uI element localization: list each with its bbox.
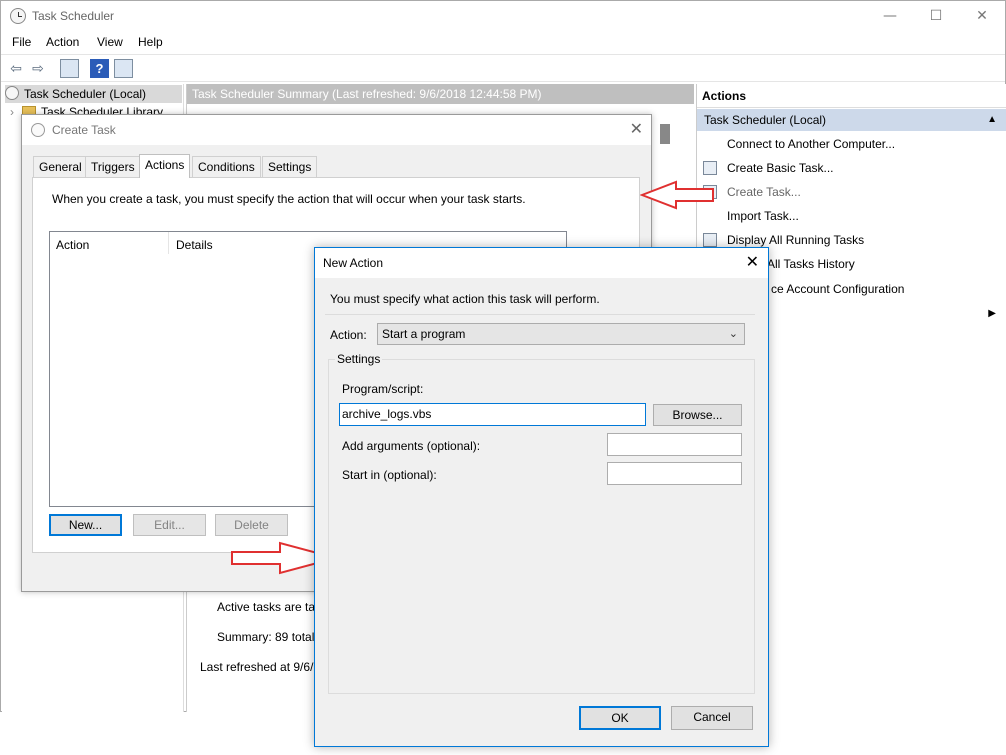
show-hide-tree-icon[interactable] bbox=[60, 59, 79, 78]
new-action-title: New Action bbox=[323, 256, 384, 270]
tab-general[interactable]: General bbox=[33, 156, 88, 177]
add-arguments-label: Add arguments (optional): bbox=[342, 439, 481, 453]
actions-section-header[interactable]: Task Scheduler (Local) ▲ bbox=[697, 109, 1006, 131]
action-connect-computer[interactable]: Connect to Another Computer... bbox=[727, 137, 895, 151]
forward-arrow-icon[interactable]: ⇨ bbox=[27, 58, 49, 80]
cancel-button[interactable]: Cancel bbox=[671, 706, 753, 730]
new-action-titlebar: New Action ✕ bbox=[315, 248, 768, 278]
delete-action-button[interactable]: Delete bbox=[215, 514, 288, 536]
close-icon[interactable]: ✕ bbox=[746, 252, 759, 271]
submenu-arrow-icon[interactable]: ▶ bbox=[988, 308, 996, 319]
clock-icon bbox=[10, 8, 26, 24]
menu-bar: File Action View Help bbox=[1, 31, 1005, 53]
chevron-down-icon: ⌄ bbox=[728, 327, 738, 340]
tree-item-task-scheduler-local[interactable]: Task Scheduler (Local) bbox=[5, 85, 182, 103]
action-import-task[interactable]: Import Task... bbox=[727, 209, 799, 223]
clock-icon bbox=[31, 123, 45, 137]
action-all-tasks-history[interactable]: All Tasks History bbox=[767, 257, 855, 271]
create-task-title: Create Task bbox=[52, 123, 116, 137]
browse-button[interactable]: Browse... bbox=[653, 404, 742, 426]
window-titlebar: Task Scheduler — ☐ ✕ bbox=[1, 1, 1005, 31]
clock-icon bbox=[5, 86, 19, 100]
action-label: Action: bbox=[330, 328, 367, 342]
action-service-account-configuration[interactable]: ce Account Configuration bbox=[771, 282, 904, 296]
maximize-button[interactable]: ☐ bbox=[913, 1, 959, 31]
create-task-titlebar: Create Task ✕ bbox=[22, 115, 651, 145]
column-divider bbox=[168, 232, 169, 254]
action-create-task[interactable]: Create Task... bbox=[727, 185, 801, 199]
basic-task-icon bbox=[703, 161, 717, 175]
red-arrow-left-icon bbox=[640, 180, 714, 210]
new-action-button[interactable]: New... bbox=[49, 514, 122, 536]
summary-text: Summary: 89 total bbox=[217, 630, 315, 644]
action-type-select[interactable]: Start a program ⌄ bbox=[377, 323, 745, 345]
program-script-label: Program/script: bbox=[342, 382, 424, 396]
edit-action-button[interactable]: Edit... bbox=[133, 514, 206, 536]
actions-pane-title: Actions bbox=[697, 84, 1006, 108]
close-icon[interactable]: ✕ bbox=[630, 119, 643, 138]
menu-help[interactable]: Help bbox=[138, 35, 163, 49]
actions-description: When you create a task, you must specify… bbox=[52, 192, 526, 206]
add-arguments-input[interactable] bbox=[607, 433, 742, 456]
help-icon[interactable]: ? bbox=[90, 59, 109, 78]
instruction-text: You must specify what action this task w… bbox=[330, 292, 600, 306]
menu-view[interactable]: View bbox=[97, 35, 123, 49]
start-in-label: Start in (optional): bbox=[342, 468, 437, 482]
show-hide-action-pane-icon[interactable] bbox=[114, 59, 133, 78]
settings-group-label: Settings bbox=[335, 352, 383, 366]
column-header-details[interactable]: Details bbox=[176, 238, 213, 252]
action-display-running-tasks[interactable]: Display All Running Tasks bbox=[727, 233, 864, 247]
program-script-input[interactable]: archive_logs.vbs bbox=[339, 403, 646, 426]
collapse-icon[interactable]: ▲ bbox=[987, 109, 997, 131]
toolbar: ⇦ ⇨ ? bbox=[1, 54, 1005, 82]
back-arrow-icon[interactable]: ⇦ bbox=[5, 58, 27, 80]
tab-actions[interactable]: Actions bbox=[139, 154, 191, 178]
minimize-button[interactable]: — bbox=[867, 1, 913, 31]
tab-triggers[interactable]: Triggers bbox=[85, 156, 141, 177]
action-create-basic-task[interactable]: Create Basic Task... bbox=[727, 161, 834, 175]
new-action-dialog: New Action ✕ You must specify what actio… bbox=[314, 247, 769, 747]
close-button[interactable]: ✕ bbox=[959, 1, 1005, 31]
separator bbox=[325, 314, 755, 315]
column-header-action[interactable]: Action bbox=[56, 238, 89, 252]
active-tasks-text: Active tasks are tas bbox=[217, 600, 322, 614]
last-refreshed-text: Last refreshed at 9/6/2 bbox=[200, 660, 321, 674]
expand-chevron-icon[interactable]: › bbox=[10, 105, 14, 119]
summary-header: Task Scheduler Summary (Last refreshed: … bbox=[187, 84, 694, 104]
window-title: Task Scheduler bbox=[32, 9, 115, 23]
running-tasks-icon bbox=[703, 233, 717, 247]
menu-file[interactable]: File bbox=[12, 35, 31, 49]
ok-button[interactable]: OK bbox=[579, 706, 661, 730]
start-in-input[interactable] bbox=[607, 462, 742, 485]
scrollbar-thumb[interactable] bbox=[660, 124, 670, 144]
tab-conditions[interactable]: Conditions bbox=[192, 156, 261, 177]
menu-action[interactable]: Action bbox=[46, 35, 79, 49]
tab-settings[interactable]: Settings bbox=[262, 156, 318, 177]
